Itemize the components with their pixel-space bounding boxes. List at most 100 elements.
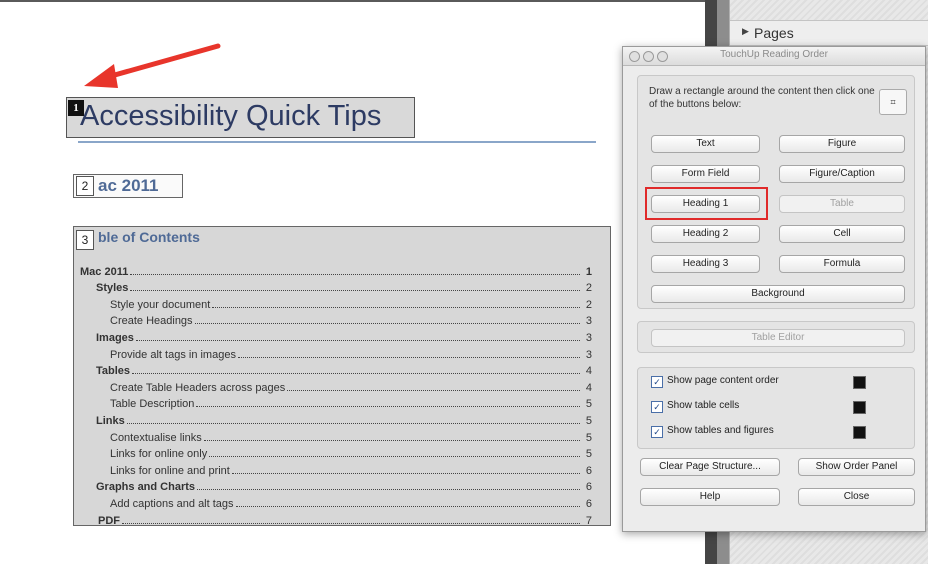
toc-entry-page: 6 [585, 464, 592, 477]
toc-leader [130, 273, 580, 275]
toc-entry-page: 3 [585, 331, 592, 344]
table-cells-color-swatch[interactable] [853, 401, 866, 414]
show-tables-and-figures-checkbox[interactable]: ✓ [651, 426, 663, 438]
checkbox-label: Show page content order [667, 375, 779, 386]
background-button[interactable]: Background [651, 285, 905, 303]
toc-entry-page: 3 [585, 348, 592, 361]
instructions-text: Draw a rectangle around the content then… [649, 86, 875, 110]
disclosure-triangle-icon[interactable]: ▶ [742, 26, 749, 37]
reading-order-badge-3: 3 [76, 230, 94, 250]
toc-entry: Links for online only 5 [80, 444, 592, 461]
draw-rectangle-tool-icon[interactable]: ⌗ [879, 89, 907, 115]
toc-entry: Tables 4 [80, 361, 592, 378]
toc-entry-page: 4 [585, 365, 592, 378]
toc-entry-label: Add captions and alt tags [110, 497, 234, 510]
toc-entry-label: PDF [98, 514, 120, 527]
pages-panel-title: Pages [754, 25, 794, 41]
toc-entry-label: Links for online only [110, 448, 208, 461]
figure-button[interactable]: Figure [779, 135, 905, 153]
show-order-panel-button[interactable]: Show Order Panel [798, 458, 915, 476]
toc-leader [237, 356, 580, 358]
toc-entry: Provide alt tags in images 3 [80, 344, 592, 361]
touchup-reading-order-dialog: TouchUp Reading Order Draw a rectangle a… [622, 46, 926, 532]
toc-leader [209, 455, 580, 458]
toc-list: Mac 2011 1 Styles 2 Style your document 2 C… [80, 261, 592, 527]
reading-order-badge-2: 2 [76, 176, 94, 196]
toc-entry: Contextualise links 5 [80, 427, 592, 444]
toc-entry-label: Links [96, 414, 125, 427]
toc-entry-label: Contextualise links [110, 431, 202, 444]
figure-caption-button[interactable]: Figure/Caption [779, 165, 905, 183]
toc-leader [203, 439, 580, 441]
page-top-edge [0, 0, 705, 2]
toc-entry-page: 3 [585, 315, 592, 328]
toc-heading: ble of Contents [98, 229, 200, 245]
toc-entry: Table Description 5 [80, 394, 592, 411]
text-button[interactable]: Text [651, 135, 760, 153]
show-table-cells-checkbox[interactable]: ✓ [651, 401, 663, 413]
toc-entry-page: 5 [585, 431, 592, 444]
toc-entry: Graphs and Charts 6 [80, 477, 592, 494]
form-field-button[interactable]: Form Field [651, 165, 760, 183]
title-underline [78, 141, 596, 143]
heading2-button[interactable]: Heading 2 [651, 225, 760, 243]
toc-entry-label: Graphs and Charts [96, 481, 196, 494]
red-arrow-annotation [84, 43, 221, 88]
reading-order-badge-1: 1 [68, 100, 84, 116]
dialog-titlebar[interactable]: TouchUp Reading Order [623, 47, 925, 66]
toc-entry: PDF 7 [80, 510, 592, 527]
checkbox-label: Show table cells [667, 400, 740, 411]
toc-leader [212, 306, 580, 308]
toc-leader [196, 405, 580, 408]
toc-entry-page: 6 [585, 497, 592, 510]
toc-entry-label: Styles [96, 282, 129, 295]
toc-entry-label: Create Headings [110, 315, 193, 328]
toc-leader [122, 522, 580, 524]
toc-leader [126, 422, 580, 424]
pages-panel-header[interactable]: ▶ Pages [730, 20, 928, 46]
toc-entry-label: Images [96, 331, 134, 344]
toc-entry-page: 1 [585, 265, 592, 278]
content-order-color-swatch[interactable] [853, 376, 866, 389]
toc-leader [231, 472, 580, 474]
heading3-button[interactable]: Heading 3 [651, 255, 760, 273]
toc-entry-page: 2 [585, 282, 592, 295]
cell-button[interactable]: Cell [779, 225, 905, 243]
toc-entry-page: 5 [585, 448, 592, 461]
toc-leader [130, 289, 580, 292]
toc-entry-label: Style your document [110, 298, 211, 311]
show-page-content-order-checkbox[interactable]: ✓ [651, 376, 663, 388]
toc-leader [132, 372, 580, 375]
formula-button[interactable]: Formula [779, 255, 905, 273]
toc-entry-page: 2 [585, 298, 592, 311]
toc-leader [235, 505, 580, 507]
toc-entry-page: 6 [585, 481, 592, 494]
toc-entry: Mac 2011 1 [80, 261, 592, 278]
toc-entry: Images 3 [80, 327, 592, 344]
help-button[interactable]: Help [640, 488, 780, 506]
toc-entry: Style your document 2 [80, 294, 592, 311]
close-button[interactable]: Close [798, 488, 915, 506]
toc-entry-label: Table Description [110, 398, 195, 411]
toc-entry-label: Create Table Headers across pages [110, 381, 286, 394]
table-editor-button[interactable]: Table Editor [651, 329, 905, 347]
toc-entry-page: 4 [585, 381, 592, 394]
checkbox-label: Show tables and figures [667, 425, 774, 436]
toc-entry-page: 7 [585, 514, 592, 527]
table-button[interactable]: Table [779, 195, 905, 213]
toc-entry-label: Tables [96, 365, 131, 378]
toc-entry: Add captions and alt tags 6 [80, 493, 592, 510]
toc-leader [194, 322, 580, 325]
toc-entry-label: Links for online and print [110, 464, 230, 477]
subtitle-text: ac 2011 [98, 176, 159, 195]
toc-entry: Create Table Headers across pages 4 [80, 377, 592, 394]
toc-entry: Links 5 [80, 410, 592, 427]
clear-page-structure-button[interactable]: Clear Page Structure... [640, 458, 780, 476]
toc-entry: Styles 2 [80, 278, 592, 295]
tables-figures-color-swatch[interactable] [853, 426, 866, 439]
document-title: Accessibility Quick Tips [80, 100, 382, 132]
toc-leader [135, 339, 580, 341]
toc-entry-label: Provide alt tags in images [110, 348, 236, 361]
toc-entry: Create Headings 3 [80, 311, 592, 328]
heading1-highlight-annotation [645, 187, 768, 220]
